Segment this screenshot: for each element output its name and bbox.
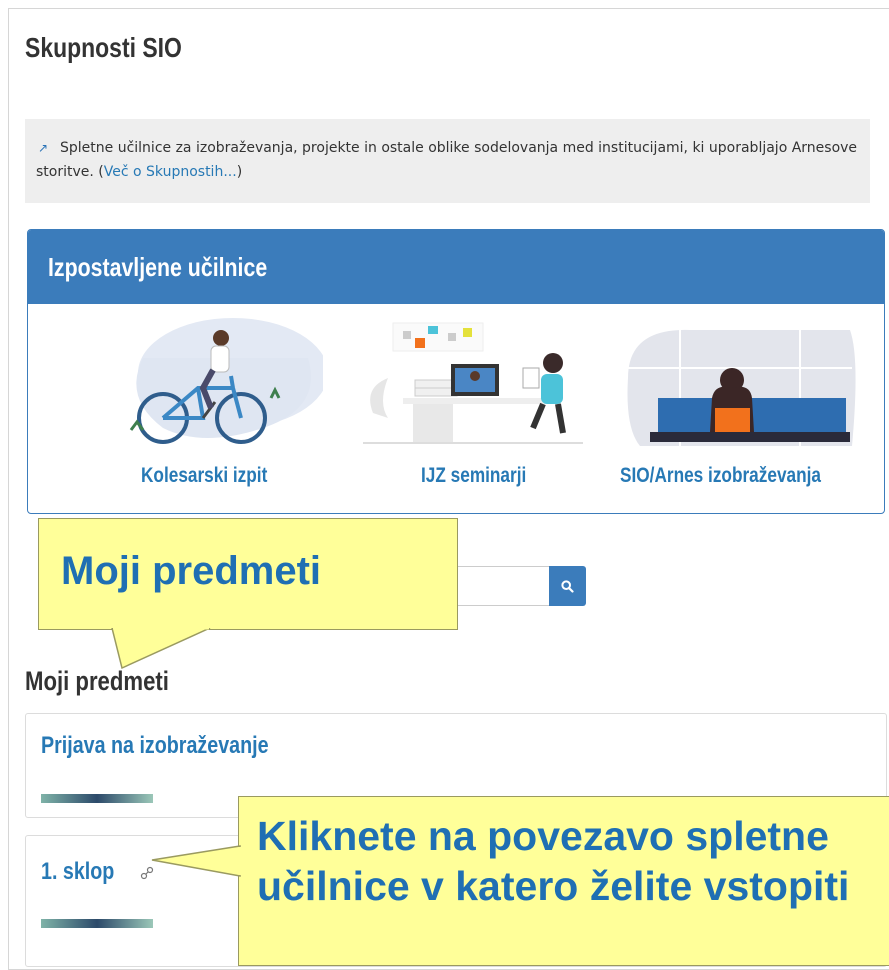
featured-title: Izpostavljene učilnice xyxy=(48,252,268,282)
info-box: ↗ Spletne učilnice za izobraževanja, proj… xyxy=(25,119,870,203)
course-link[interactable]: SIO/Arnes izobraževanja xyxy=(620,464,821,488)
callout-pointer xyxy=(151,845,242,877)
course-link[interactable]: Kolesarski izpit xyxy=(141,464,267,488)
course-thumbnail xyxy=(41,919,153,928)
my-courses-heading: Moji predmeti xyxy=(25,666,169,696)
search-button[interactable] xyxy=(549,566,586,606)
featured-header: Izpostavljene učilnice xyxy=(28,230,884,304)
computer-room-illustration xyxy=(627,329,856,446)
bicycle-illustration xyxy=(129,318,323,444)
callout-pointer xyxy=(111,628,211,670)
arrow-icon: ↗ xyxy=(38,141,49,155)
course-name-link[interactable]: 1. sklop xyxy=(41,858,114,886)
search-icon xyxy=(561,579,574,593)
featured-course-card[interactable]: Kolesarski izpit xyxy=(83,318,323,498)
page-title: Skupnosti SIO xyxy=(25,32,182,63)
info-suffix: ) xyxy=(236,164,243,180)
course-name-link[interactable]: Prijava na izobraževanje xyxy=(41,732,269,760)
featured-course-card[interactable]: IJZ seminarji xyxy=(353,318,593,498)
course-thumbnail xyxy=(41,794,153,803)
featured-courses-panel: Izpostavljene učilnice Kolesarski izpit xyxy=(27,229,885,514)
callout-text-line1: Kliknete na povezavo spletne xyxy=(257,813,829,859)
featured-course-card[interactable]: SIO/Arnes izobraževanja xyxy=(620,318,860,498)
webinar-illustration xyxy=(363,322,583,444)
course-link[interactable]: IJZ seminarji xyxy=(421,464,526,488)
callout-my-courses: Moji predmeti xyxy=(38,518,458,630)
callout-text-line2: učilnice v katero želite vstopiti xyxy=(257,863,850,909)
more-about-link[interactable]: Več o Skupnostih... xyxy=(104,164,237,180)
callout-text: Moji predmeti xyxy=(61,549,322,593)
callout-click-instruction: Kliknete na povezavo spletne učilnice v … xyxy=(238,796,889,966)
